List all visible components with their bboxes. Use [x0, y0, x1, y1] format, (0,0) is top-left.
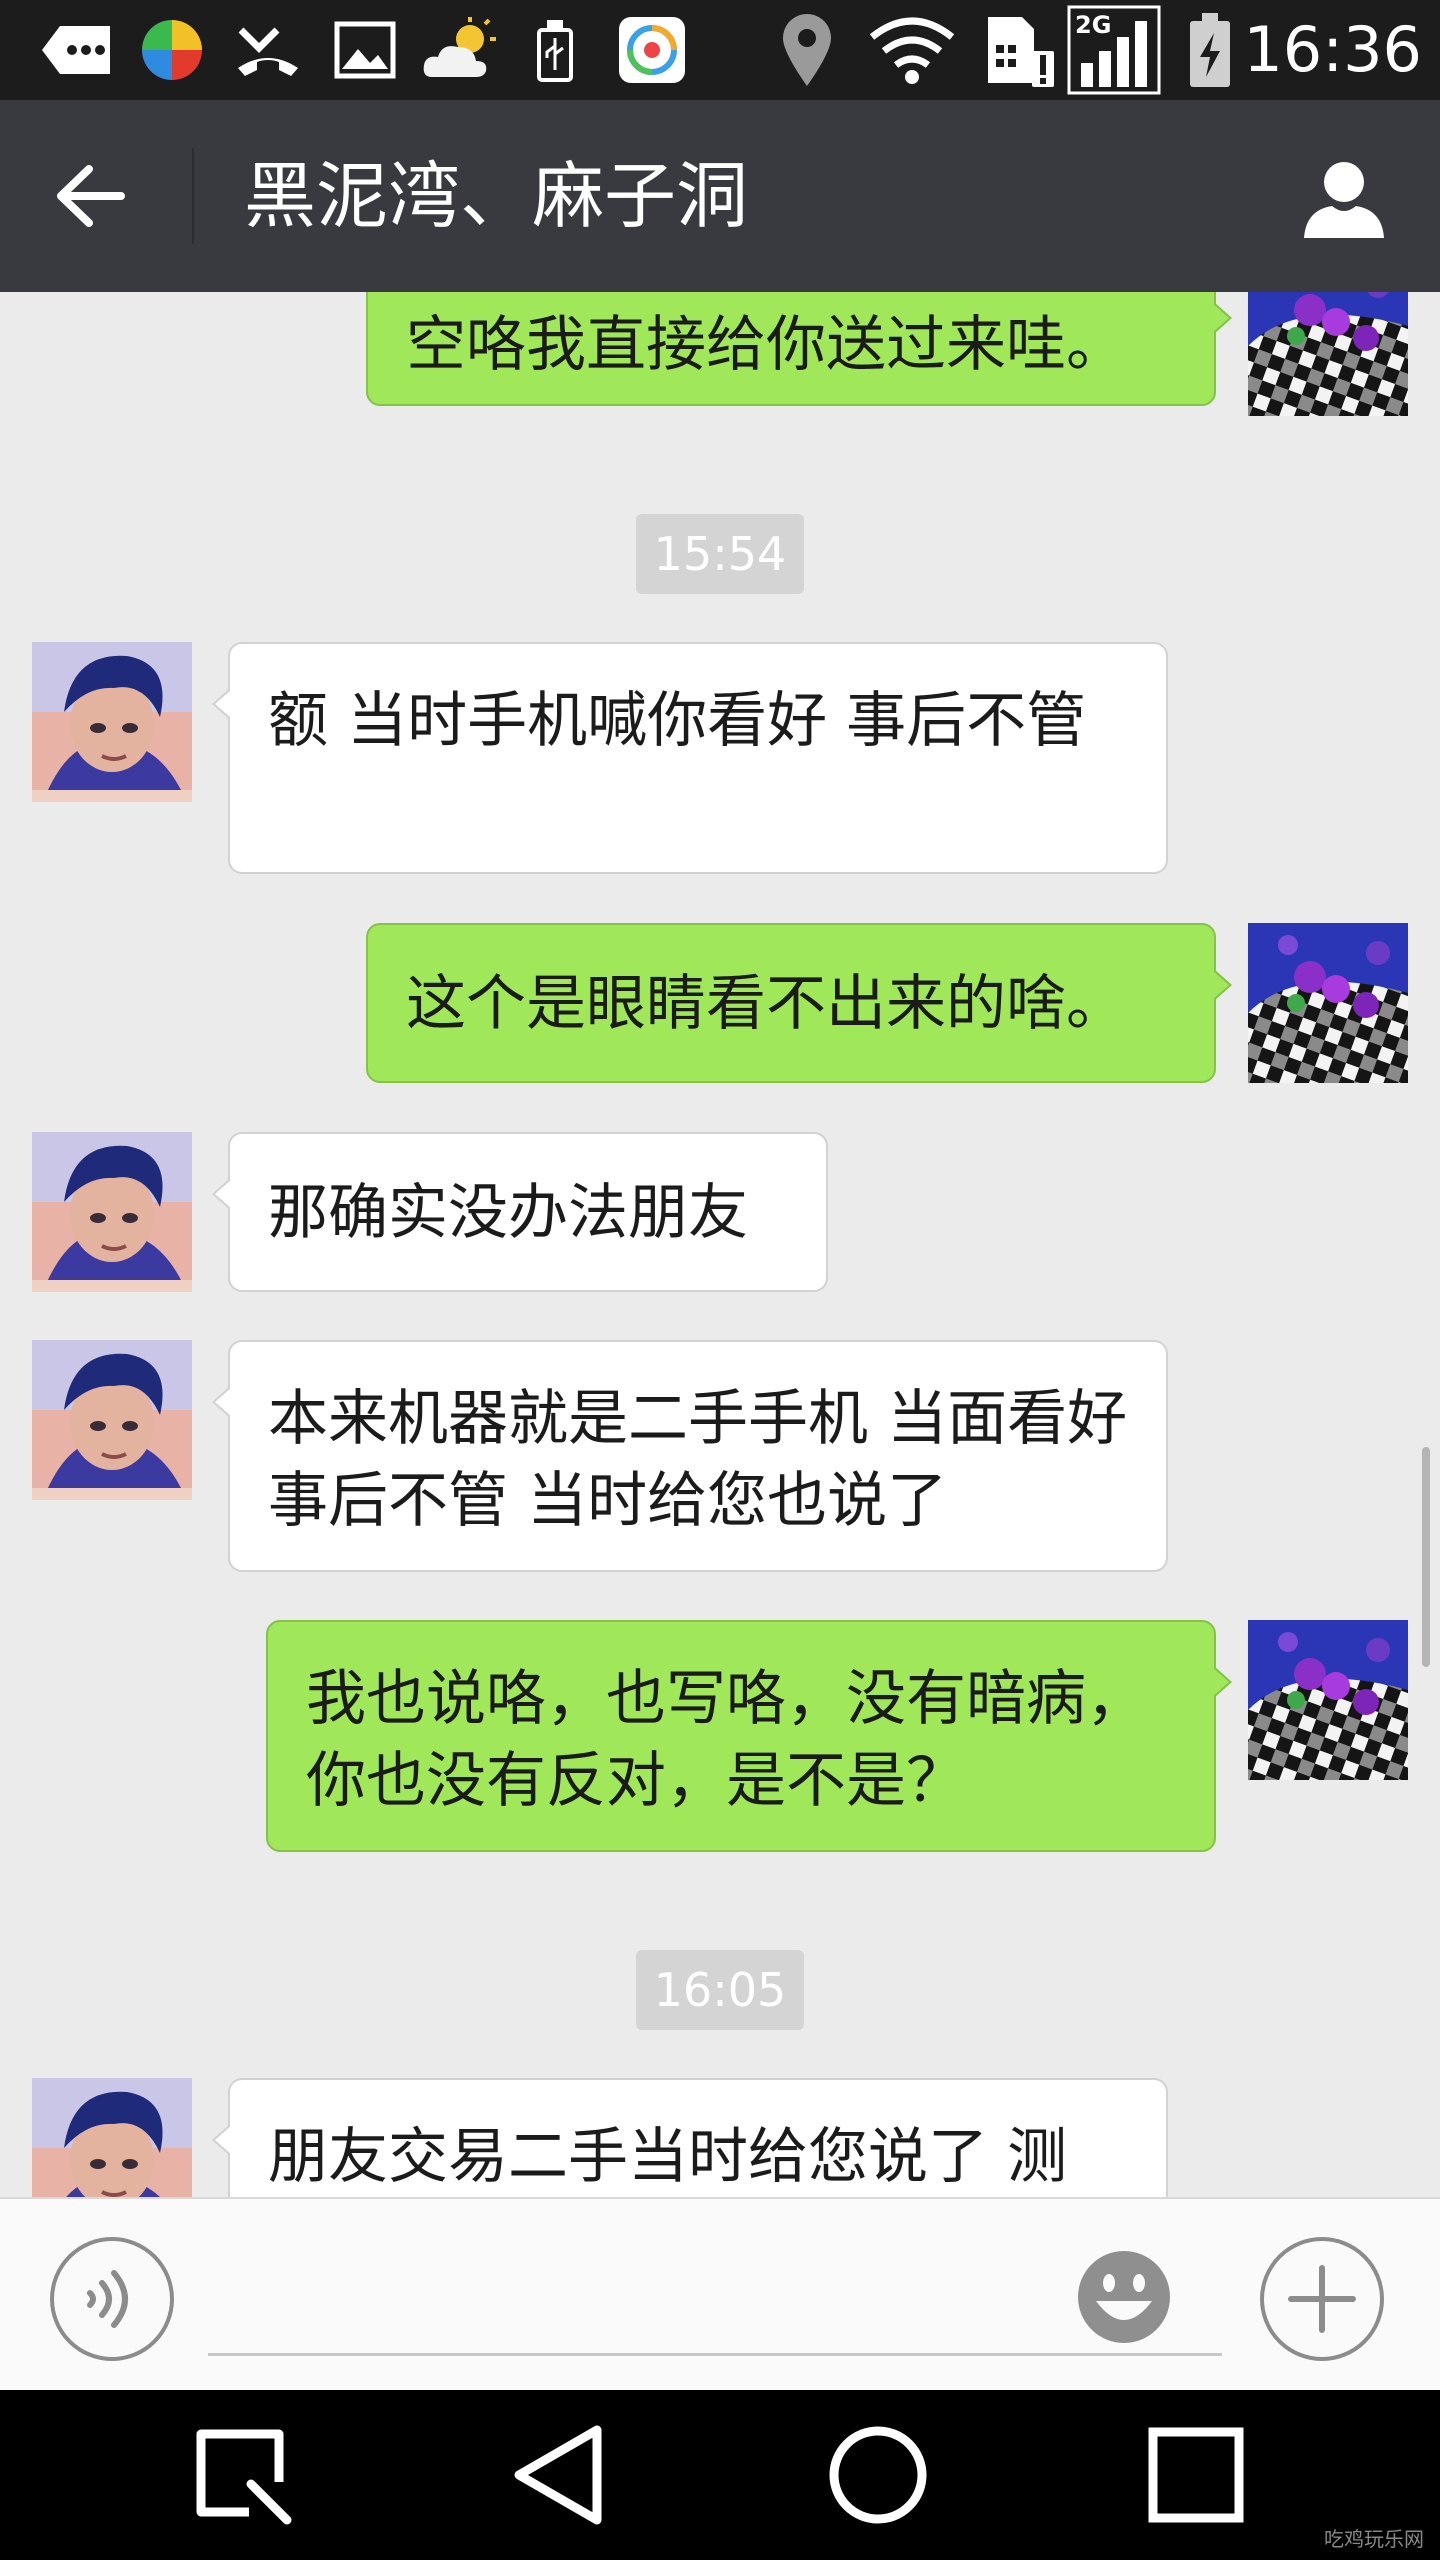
wifi-icon — [866, 14, 958, 86]
system-nav-bar: 吃鸡玩乐网 — [0, 2390, 1440, 2560]
input-bar — [0, 2197, 1440, 2390]
status-bar: 2G 16:36 — [0, 0, 1440, 100]
battery-charging-icon — [1180, 13, 1240, 87]
back-button[interactable] — [40, 148, 140, 244]
my-avatar[interactable] — [1248, 292, 1408, 416]
chat-info-button[interactable] — [1296, 150, 1392, 246]
search-nav-icon — [196, 2429, 292, 2525]
contact-avatar[interactable] — [32, 1340, 192, 1500]
missed-call-icon — [228, 14, 308, 86]
search-nav-button[interactable] — [182, 2415, 302, 2535]
pinwheel-app-icon — [134, 14, 210, 86]
chat-title: 黑泥湾、麻子洞 — [244, 154, 749, 238]
message-timestamp: 15:54 — [636, 514, 804, 594]
gallery-icon — [330, 14, 400, 86]
location-icon — [772, 14, 842, 86]
arrow-left-icon — [57, 165, 125, 227]
message-bubble-outgoing[interactable]: 我也说咯，也写咯，没有暗病，你也没有反对，是不是？ — [266, 1620, 1232, 1852]
message-bubble-incoming[interactable]: 朋友交易二手当时给您说了 测 — [212, 2078, 1168, 2197]
usb-icon — [530, 14, 580, 86]
home-circle-icon — [829, 2426, 927, 2524]
watermark: 吃鸡玩乐网 — [1324, 2527, 1424, 2551]
sim-alert-icon — [980, 14, 1060, 87]
more-actions-button[interactable] — [1260, 2237, 1384, 2361]
emoji-button[interactable] — [1072, 2245, 1176, 2349]
more-icon — [36, 14, 116, 86]
message-bubble-incoming[interactable]: 那确实没办法朋友 — [212, 1132, 828, 1292]
person-icon — [1304, 162, 1384, 238]
voice-toggle-button[interactable] — [50, 2237, 174, 2361]
app-icon — [612, 14, 692, 86]
status-time: 16:36 — [1243, 13, 1422, 86]
plus-icon — [1288, 2265, 1356, 2333]
message-bubble-incoming[interactable]: 本来机器就是二手手机 当面看好 事后不管 当时给您也说了 — [212, 1340, 1168, 1572]
chat-header: 黑泥湾、麻子洞 — [0, 100, 1440, 292]
home-nav-button[interactable] — [818, 2415, 938, 2535]
recents-nav-button[interactable] — [1136, 2415, 1256, 2535]
message-input[interactable] — [208, 2239, 1222, 2356]
message-bubble-outgoing[interactable]: 这个是眼睛看不出来的啥。 — [366, 923, 1232, 1083]
my-avatar[interactable] — [1248, 923, 1408, 1083]
smiley-icon — [1078, 2251, 1170, 2343]
scrollbar[interactable] — [1422, 1447, 1430, 1667]
voice-icon — [87, 2270, 128, 2328]
contact-avatar[interactable] — [32, 642, 192, 802]
recents-square-icon — [1148, 2427, 1244, 2523]
my-avatar[interactable] — [1248, 1620, 1408, 1780]
back-nav-button[interactable] — [500, 2415, 620, 2535]
message-bubble-incoming[interactable]: 额 当时手机喊你看好 事后不管 — [212, 642, 1168, 874]
contact-avatar[interactable] — [32, 1132, 192, 1292]
contact-avatar[interactable] — [32, 2078, 192, 2197]
header-divider — [192, 148, 194, 244]
message-timestamp: 16:05 — [636, 1950, 804, 2030]
back-triangle-icon — [514, 2425, 602, 2525]
signal-icon: 2G — [1066, 4, 1162, 96]
network-type-label: 2G — [1075, 11, 1111, 39]
message-bubble-outgoing[interactable]: 空咯我直接给你送过来哇。 — [366, 292, 1232, 406]
message-list[interactable]: 空咯我直接给你送过来哇。 15:54 额 当时手机喊你看好 事后不管 这个是眼睛… — [0, 292, 1440, 2197]
weather-icon — [420, 14, 504, 86]
